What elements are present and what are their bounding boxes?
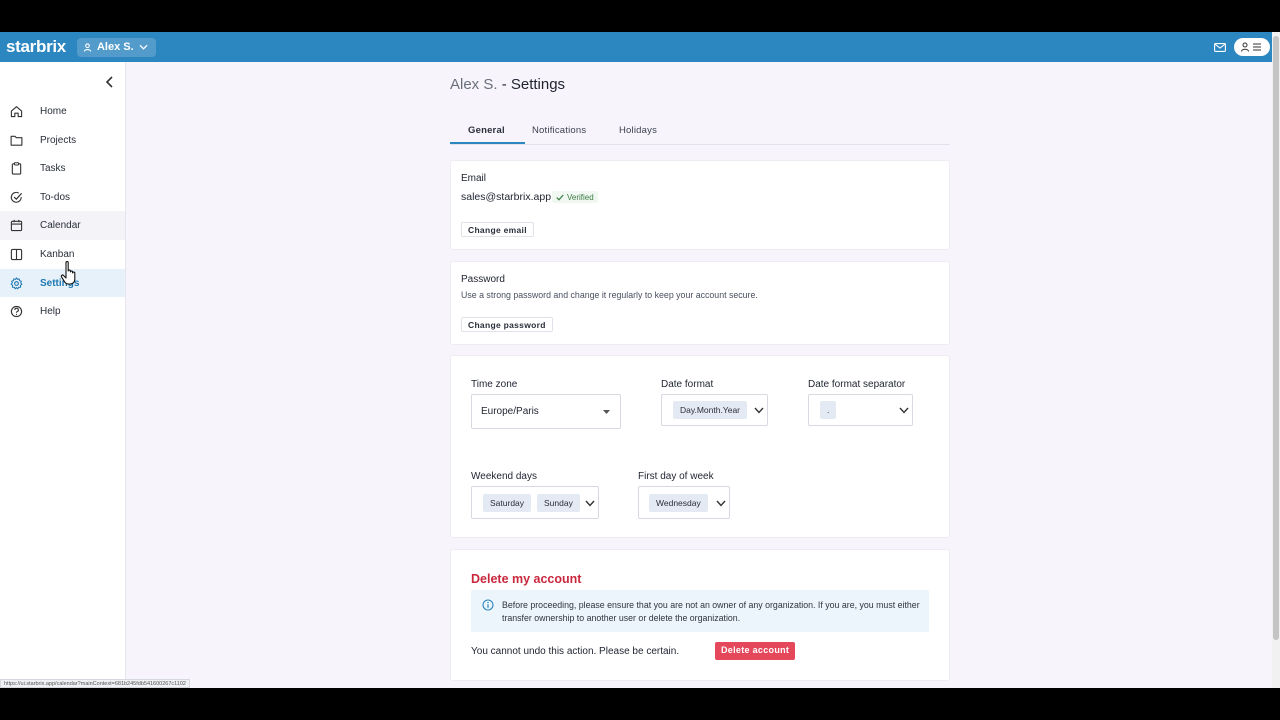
clipboard-icon: [11, 162, 22, 175]
account-menu-button[interactable]: [1234, 38, 1270, 56]
weekend-chip-saturday: Saturday: [483, 494, 532, 512]
gear-icon: [10, 276, 23, 289]
separator-chip: .: [820, 401, 837, 419]
page-title: Alex S. - Settings: [450, 76, 565, 93]
weekend-chip-sunday: Sunday: [537, 494, 580, 512]
preferences-card: Time zone Europe/Paris Date format Day.M…: [450, 355, 950, 538]
user-icon: [83, 42, 92, 52]
delete-warning-text: You cannot undo this action. Please be c…: [471, 646, 680, 657]
page-title-user: Alex S.: [450, 76, 498, 93]
tab-holidays[interactable]: Holidays: [619, 125, 657, 136]
sidebar-item-label: Kanban: [40, 248, 75, 260]
email-label: Email: [461, 173, 487, 184]
sidebar-item-label: Tasks: [40, 163, 66, 175]
email-value: sales@starbrix.app: [461, 191, 552, 203]
help-icon: [10, 305, 23, 318]
hand-cursor-icon: [60, 260, 76, 285]
home-icon: [10, 106, 23, 118]
sidebar-item-label: To-dos: [40, 191, 71, 203]
chevron-down-icon: [754, 407, 764, 414]
info-callout: Before proceeding, please ensure that yo…: [471, 590, 929, 632]
date-format-label: Date format: [661, 379, 714, 390]
separator-select[interactable]: .: [808, 394, 913, 426]
time-zone-select[interactable]: Europe/Paris: [471, 394, 621, 429]
info-callout-text: Before proceeding, please ensure that yo…: [502, 600, 920, 623]
first-day-label: First day of week: [638, 471, 714, 482]
sidebar-item-label: Home: [40, 106, 67, 117]
sidebar-item-todos[interactable]: To-dos: [0, 183, 125, 212]
password-card: Password Use a strong password and chang…: [450, 261, 950, 345]
date-format-chip: Day.Month.Year: [673, 401, 748, 419]
mail-icon[interactable]: [1214, 42, 1226, 52]
sidebar-item-label: Help: [40, 306, 61, 318]
active-tab-indicator: [450, 142, 525, 144]
date-format-select[interactable]: Day.Month.Year: [661, 394, 768, 426]
sidebar-item-tasks[interactable]: Tasks: [0, 154, 125, 183]
check-circle-icon: [10, 191, 23, 203]
sidebar-item-calendar[interactable]: Calendar: [0, 211, 125, 240]
first-day-chip: Wednesday: [649, 494, 708, 512]
kanban-icon: [10, 248, 23, 261]
sidebar-item-label: Projects: [40, 134, 77, 146]
app-window: starbrix Alex S. Home Projects Tasks To-…: [0, 32, 1280, 688]
chevron-down-icon: [899, 407, 909, 414]
top-bar: starbrix Alex S.: [0, 32, 1280, 62]
delete-account-title: Delete my account: [471, 572, 582, 586]
verified-label: Verified: [567, 192, 594, 202]
password-description: Use a strong password and change it regu…: [461, 290, 758, 300]
tab-notifications[interactable]: Notifications: [532, 125, 586, 136]
page-scrollbar[interactable]: [1272, 32, 1280, 688]
time-zone-label: Time zone: [471, 379, 518, 390]
sidebar-item-projects[interactable]: Projects: [0, 126, 125, 155]
user-switcher[interactable]: Alex S.: [76, 37, 156, 57]
calendar-icon: [10, 220, 23, 232]
sidebar-item-help[interactable]: Help: [0, 297, 125, 326]
sidebar-item-home[interactable]: Home: [0, 97, 125, 126]
app-logo[interactable]: starbrix: [6, 37, 66, 57]
sidebar-item-label: Calendar: [40, 220, 81, 232]
chevron-down-icon: [139, 44, 148, 50]
settings-tabs: General Notifications Holidays: [450, 120, 950, 145]
change-email-button[interactable]: Change email: [461, 222, 534, 237]
collapse-sidebar-icon[interactable]: [104, 75, 116, 89]
user-switcher-label: Alex S.: [96, 41, 134, 53]
check-icon: [556, 194, 564, 201]
page-title-suffix: - Settings: [497, 76, 566, 93]
chevron-down-icon: [716, 500, 726, 507]
scrollbar-thumb[interactable]: [1273, 36, 1279, 640]
verified-badge: Verified: [552, 191, 598, 203]
account-menu-icon: [1241, 42, 1261, 52]
chevron-down-icon: [585, 500, 595, 507]
time-zone-value: Europe/Paris: [481, 406, 539, 417]
info-icon: [482, 599, 494, 611]
email-card: Email sales@starbrix.app Verified Change…: [450, 160, 950, 250]
weekend-days-label: Weekend days: [471, 471, 537, 482]
weekend-days-select[interactable]: Saturday Sunday: [471, 486, 599, 519]
caret-down-icon: [603, 410, 610, 414]
folder-icon: [10, 135, 23, 146]
delete-account-card: Delete my account Before proceeding, ple…: [450, 549, 950, 681]
sidebar-nav: Home Projects Tasks To-dos Calendar Kanb…: [0, 97, 125, 326]
password-label: Password: [461, 274, 505, 285]
sidebar: Home Projects Tasks To-dos Calendar Kanb…: [0, 62, 126, 688]
tab-general[interactable]: General: [468, 125, 505, 136]
change-password-button[interactable]: Change password: [461, 317, 553, 332]
separator-label: Date format separator: [808, 379, 906, 390]
first-day-select[interactable]: Wednesday: [638, 486, 730, 519]
delete-account-button[interactable]: Delete account: [715, 642, 796, 660]
status-bar-url: https://ui.starbrix.app/calendar?mainCon…: [0, 679, 190, 688]
